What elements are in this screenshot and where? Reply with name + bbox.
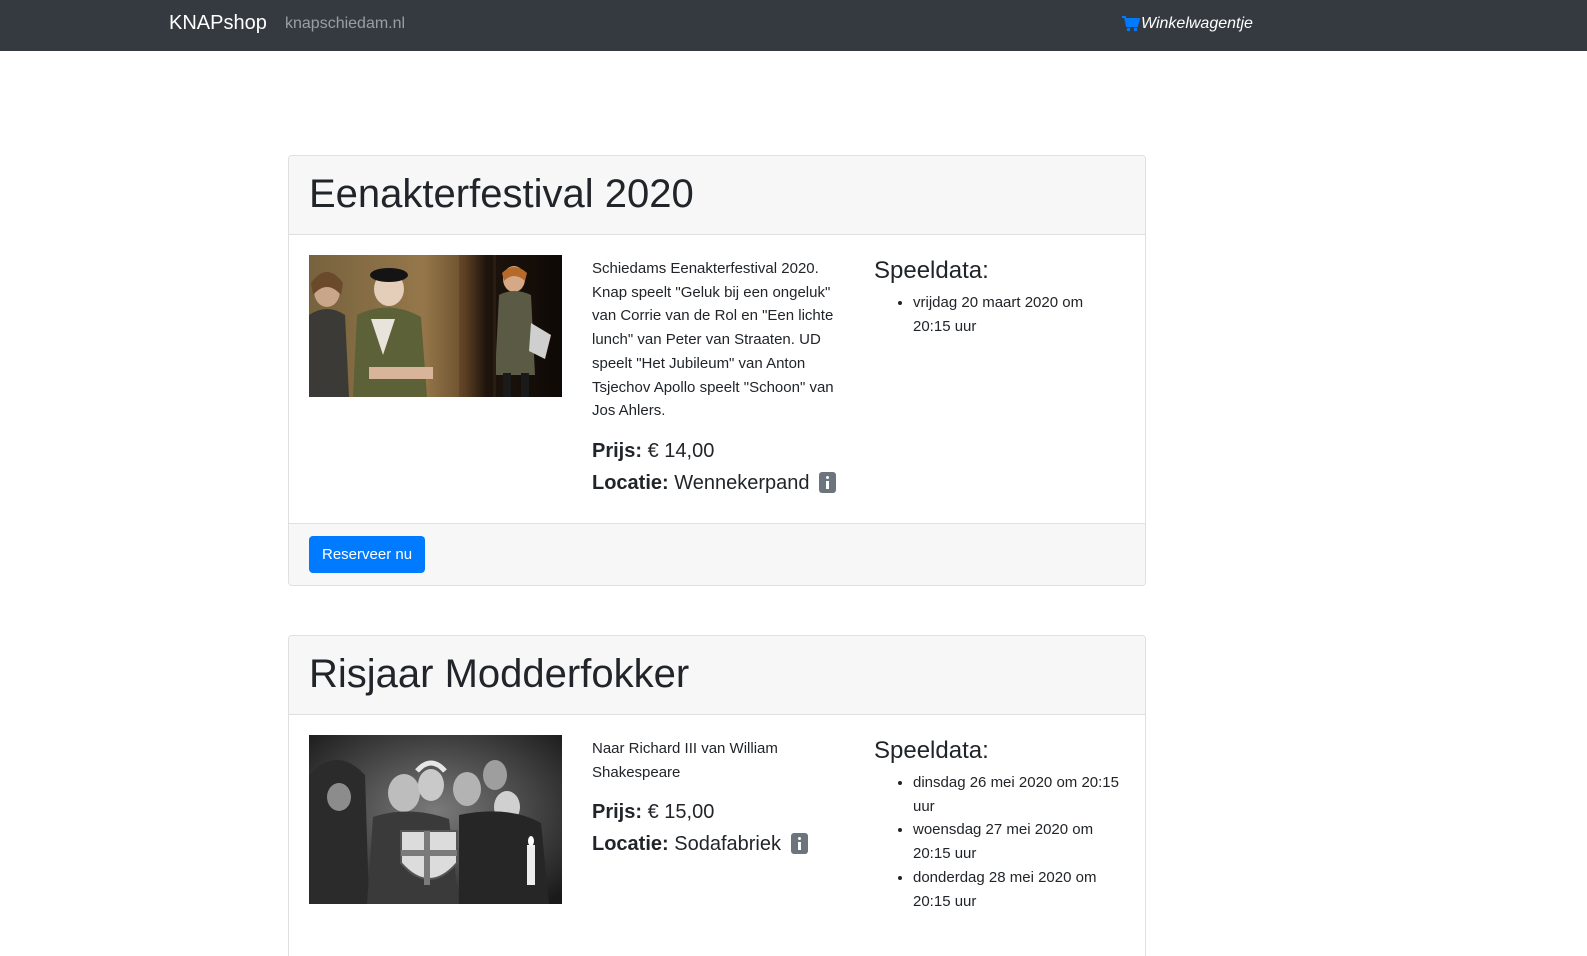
- price-row: Prijs: € 14,00: [592, 435, 847, 467]
- production-meta: Prijs: € 14,00 Locatie: Wennekerpand: [592, 435, 847, 499]
- location-label: Locatie:: [592, 833, 669, 856]
- shopping-cart-icon: [1122, 16, 1140, 32]
- production-description: Naar Richard III van William Shakespeare: [592, 740, 778, 781]
- production-info: Schiedams Eenakterfestival 2020. Knap sp…: [592, 257, 847, 499]
- top-navbar: KNAPshop knapschiedam.nl Winkelwagentje: [0, 0, 1587, 51]
- card-header: Eenakterfestival 2020: [289, 156, 1145, 235]
- play-date-item: vrijdag 20 maart 2020 om 20:15 uur: [913, 291, 1124, 338]
- play-date-item: donderdag 28 mei 2020 om 20:15 uur: [913, 866, 1124, 913]
- price-value: € 14,00: [647, 439, 715, 462]
- location-value: Wennekerpand: [674, 471, 810, 494]
- play-dates: Speeldata: vrijdag 20 maart 2020 om 20:1…: [874, 255, 1124, 338]
- cart-label: Winkelwagentje: [1141, 15, 1253, 32]
- play-date-item: dinsdag 26 mei 2020 om 20:15 uur: [913, 771, 1124, 818]
- price-value: € 15,00: [647, 801, 715, 824]
- production-card: Eenakterfestival 2020 Schiedams Eenakter…: [288, 155, 1146, 586]
- cart-link[interactable]: Winkelwagentje: [1122, 15, 1253, 33]
- production-photo: [309, 735, 562, 904]
- price-row: Prijs: € 15,00: [592, 796, 847, 828]
- production-meta: Prijs: € 15,00 Locatie: Sodafabriek: [592, 796, 847, 860]
- info-icon[interactable]: [819, 471, 837, 493]
- location-row: Locatie: Wennekerpand: [592, 467, 847, 499]
- price-label: Prijs:: [592, 801, 643, 824]
- play-dates-heading: Speeldata:: [874, 737, 989, 764]
- production-photo: [309, 255, 562, 397]
- reserve-button[interactable]: Reserveer nu: [309, 536, 426, 573]
- production-description: Schiedams Eenakterfestival 2020. Knap sp…: [592, 260, 834, 420]
- location-value: Sodafabriek: [674, 833, 781, 856]
- play-dates-list: vrijdag 20 maart 2020 om 20:15 uur: [874, 291, 1124, 338]
- location-row: Locatie: Sodafabriek: [592, 828, 847, 860]
- info-icon[interactable]: [790, 833, 808, 855]
- brand-link[interactable]: KNAPshop: [169, 12, 267, 35]
- play-dates-heading: Speeldata:: [874, 257, 989, 284]
- production-title: Risjaar Modderfokker: [309, 652, 690, 696]
- play-dates: Speeldata: dinsdag 26 mei 2020 om 20:15 …: [874, 735, 1124, 913]
- play-dates-list: dinsdag 26 mei 2020 om 20:15 uur woensda…: [874, 771, 1124, 913]
- production-title: Eenakterfestival 2020: [309, 172, 694, 216]
- production-info: Naar Richard III van William Shakespeare…: [592, 737, 847, 860]
- production-card: Risjaar Modderfokker Naar Richard III va…: [288, 635, 1146, 956]
- play-date-item: woensdag 27 mei 2020 om 20:15 uur: [913, 818, 1124, 865]
- card-header: Risjaar Modderfokker: [289, 636, 1145, 715]
- price-label: Prijs:: [592, 439, 643, 462]
- card-footer: Reserveer nu: [289, 523, 1145, 585]
- site-link[interactable]: knapschiedam.nl: [285, 15, 405, 33]
- location-label: Locatie:: [592, 471, 669, 494]
